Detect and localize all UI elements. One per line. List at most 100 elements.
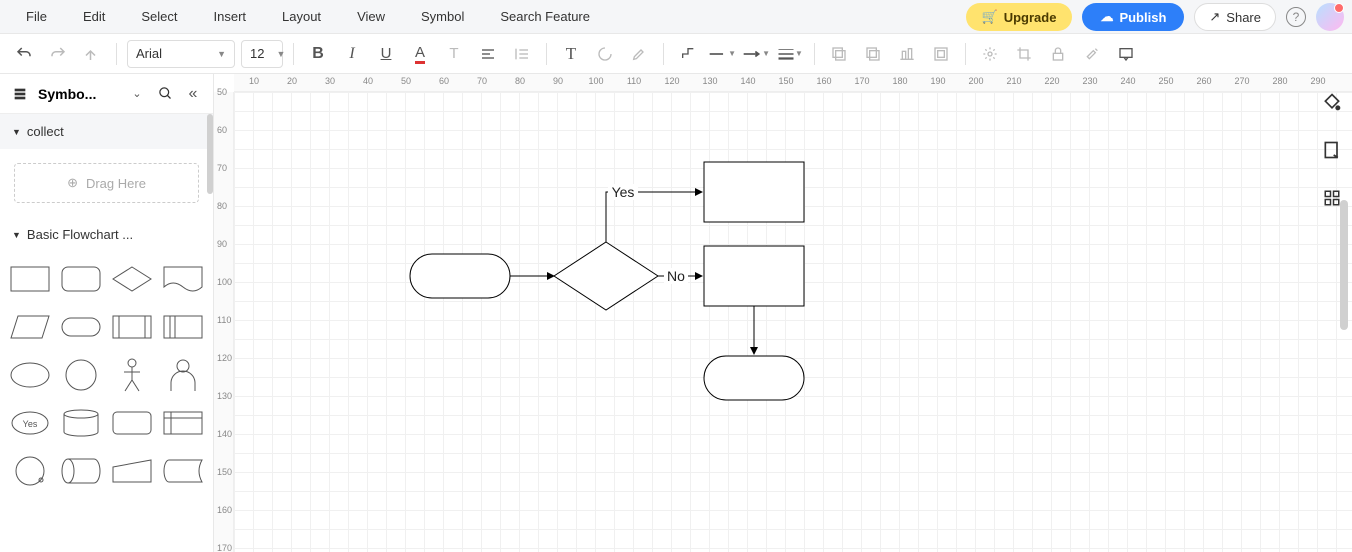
align-icon[interactable]	[474, 40, 502, 68]
sidebar-scrollbar[interactable]	[207, 114, 213, 194]
avatar[interactable]	[1316, 3, 1344, 31]
upgrade-button[interactable]: 🛒 Upgrade	[966, 3, 1073, 31]
flowchart: Yes No	[234, 92, 1134, 552]
chevron-down-icon: ▼	[217, 49, 226, 59]
line-spacing-icon[interactable]	[508, 40, 536, 68]
shape-terminator[interactable]	[57, 308, 104, 346]
menu-select[interactable]: Select	[123, 3, 195, 30]
ruler-tick: 170	[217, 543, 232, 552]
font-select[interactable]: Arial ▼	[127, 40, 235, 68]
ruler-tick: 210	[1006, 76, 1021, 86]
menu-layout[interactable]: Layout	[264, 3, 339, 30]
align-objects-icon[interactable]	[893, 40, 921, 68]
flow-decision-diamond[interactable]	[554, 242, 658, 310]
shape-parallelogram[interactable]	[6, 308, 53, 346]
library-icon[interactable]	[10, 86, 30, 102]
ruler-tick: 280	[1272, 76, 1287, 86]
canvas[interactable]: 10 20 30 40 50 60 70 80 90 100 110 120 1…	[214, 74, 1352, 552]
italic-icon[interactable]: I	[338, 40, 366, 68]
shape-database[interactable]	[57, 404, 104, 442]
separator	[293, 43, 294, 65]
shape-connector-circle[interactable]	[6, 452, 53, 490]
shape-stored-data[interactable]	[160, 452, 207, 490]
expand-icon[interactable]: ⌄	[127, 87, 147, 100]
rotate-icon[interactable]	[591, 40, 619, 68]
plus-icon: ⊕	[67, 175, 78, 191]
undo-icon[interactable]	[10, 40, 38, 68]
arrow-style-icon[interactable]: ▼	[742, 40, 770, 68]
flow-process-no[interactable]	[704, 246, 804, 306]
menu-symbol[interactable]: Symbol	[403, 3, 482, 30]
shape-person[interactable]	[109, 356, 156, 394]
bold-icon[interactable]: B	[304, 40, 332, 68]
font-size-select[interactable]: 12 ▼	[241, 40, 283, 68]
publish-button[interactable]: ☁ Publish	[1082, 3, 1184, 31]
menu-search-feature[interactable]: Search Feature	[482, 3, 608, 30]
separator	[814, 43, 815, 65]
shape-direct-data[interactable]	[57, 452, 104, 490]
toolbar: Arial ▼ 12 ▼ B I U A T T ▼ ▼ ▼	[0, 34, 1352, 74]
section-collect-title[interactable]: ▼ collect	[0, 114, 213, 149]
share-button[interactable]: ↗ Share	[1194, 3, 1276, 31]
share-icon: ↗	[1209, 9, 1220, 25]
bring-forward-icon[interactable]	[859, 40, 887, 68]
format-painter-icon[interactable]	[78, 40, 106, 68]
shape-yes-connector[interactable]: Yes	[6, 404, 53, 442]
font-name: Arial	[136, 46, 162, 61]
ruler-tick: 250	[1158, 76, 1173, 86]
menu-insert[interactable]: Insert	[196, 3, 265, 30]
flow-process-yes[interactable]	[704, 162, 804, 222]
right-rail	[1312, 74, 1352, 212]
send-backward-icon[interactable]	[825, 40, 853, 68]
section-basic-title[interactable]: ▼ Basic Flowchart ...	[0, 217, 213, 252]
connector-icon[interactable]	[674, 40, 702, 68]
shape-diamond[interactable]	[109, 260, 156, 298]
shape-predefined-alt[interactable]	[160, 308, 207, 346]
shape-rounded-rect[interactable]	[57, 260, 104, 298]
search-icon[interactable]	[155, 86, 175, 101]
text-style-icon[interactable]: T	[440, 40, 468, 68]
shape-document[interactable]	[160, 260, 207, 298]
shape-card[interactable]	[109, 404, 156, 442]
effects-icon[interactable]	[976, 40, 1004, 68]
drop-zone[interactable]: ⊕ Drag Here	[14, 163, 199, 203]
shape-rectangle[interactable]	[6, 260, 53, 298]
chevron-down-icon: ▼	[12, 230, 21, 240]
group-icon[interactable]	[927, 40, 955, 68]
page-settings-icon[interactable]	[1318, 136, 1346, 164]
collapse-sidebar-icon[interactable]: «	[183, 85, 203, 103]
presentation-icon[interactable]	[1112, 40, 1140, 68]
menu-edit[interactable]: Edit	[65, 3, 123, 30]
flow-end-terminator[interactable]	[704, 356, 804, 400]
lock-icon[interactable]	[1044, 40, 1072, 68]
insert-text-icon[interactable]: T	[557, 40, 585, 68]
shape-user[interactable]	[160, 356, 207, 394]
shape-internal-storage[interactable]	[160, 404, 207, 442]
separator	[546, 43, 547, 65]
shape-circle[interactable]	[57, 356, 104, 394]
canvas-scrollbar[interactable]	[1340, 200, 1348, 330]
shape-manual-input[interactable]	[109, 452, 156, 490]
underline-icon[interactable]: U	[372, 40, 400, 68]
tools-icon[interactable]	[1078, 40, 1106, 68]
menu-view[interactable]: View	[339, 3, 403, 30]
flow-start-terminator[interactable]	[410, 254, 510, 298]
line-style-icon[interactable]: ▼	[708, 40, 736, 68]
shape-ellipse[interactable]	[6, 356, 53, 394]
fill-icon[interactable]	[1318, 88, 1346, 116]
shape-predefined[interactable]	[109, 308, 156, 346]
cart-icon: 🛒	[982, 9, 998, 25]
separator	[965, 43, 966, 65]
redo-icon[interactable]	[44, 40, 72, 68]
ruler-tick: 150	[217, 467, 232, 477]
menu-file[interactable]: File	[8, 3, 65, 30]
crop-icon[interactable]	[1010, 40, 1038, 68]
cloud-icon: ☁	[1100, 9, 1113, 25]
font-color-icon[interactable]: A	[406, 40, 434, 68]
upgrade-label: Upgrade	[1004, 10, 1057, 25]
help-icon[interactable]: ?	[1286, 7, 1306, 27]
line-weight-icon[interactable]: ▼	[776, 40, 804, 68]
highlighter-icon[interactable]	[625, 40, 653, 68]
ruler-tick: 110	[217, 315, 231, 325]
sidebar-section-collect: ▼ collect ⊕ Drag Here	[0, 114, 213, 217]
